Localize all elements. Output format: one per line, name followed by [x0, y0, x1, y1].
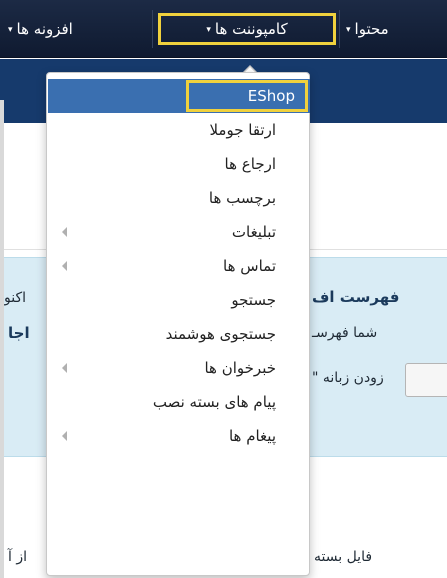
menu-components[interactable]: ▾ کامپوننت ها — [158, 13, 336, 45]
add-tab-button[interactable] — [405, 363, 447, 397]
dropdown-item-label: خبرخوان ها — [204, 359, 276, 377]
submenu-arrow-icon — [62, 431, 67, 441]
menu-addons-label: افزونه ها — [16, 20, 73, 38]
panel-title: فهرست اف — [312, 288, 400, 306]
dropdown-item[interactable]: برچسب ها — [48, 181, 310, 215]
file-label: فایل بسته — [314, 549, 373, 565]
chevron-down-icon: ▾ — [206, 25, 211, 35]
chevron-down-icon: ▾ — [346, 25, 351, 35]
dropdown-item-label: ارجاع ها — [224, 155, 276, 173]
panel-subtext-left: اجا — [8, 324, 30, 342]
dropdown-item-label: برچسب ها — [208, 189, 276, 207]
top-navbar: ▾ افزونه ها ▾ کامپوننت ها ▾ محتوا — [0, 0, 447, 58]
nav-divider — [339, 10, 340, 48]
dropdown-item[interactable]: پیام های بسته نصب — [48, 385, 310, 419]
dropdown-item[interactable]: تماس ها — [48, 249, 310, 283]
dropdown-item-label: ارتقا جوملا — [209, 121, 276, 139]
dropdown-item-label: تبلیغات — [231, 223, 276, 241]
nav-divider — [152, 10, 153, 48]
dropdown-item[interactable]: ارتقا جوملا — [48, 113, 310, 147]
menu-content-label: محتوا — [354, 20, 389, 38]
dropdown-item-label: EShop — [186, 80, 308, 112]
menu-content[interactable]: ▾ محتوا — [344, 14, 447, 44]
panel-title-left: اکنو — [4, 290, 27, 306]
dropdown-item[interactable]: تبلیغات — [48, 215, 310, 249]
left-border — [0, 100, 4, 578]
dropdown-item[interactable]: جستجو — [48, 283, 310, 317]
dropdown-item-label: جستجوی هوشمند — [165, 325, 276, 343]
dropdown-item-label: پیام های بسته نصب — [152, 393, 276, 411]
chevron-down-icon: ▾ — [8, 25, 13, 35]
menu-addons[interactable]: ▾ افزونه ها — [4, 14, 150, 44]
dropdown-item[interactable]: EShop — [48, 79, 310, 113]
panel-subtext: شما فهرسـ — [312, 325, 378, 341]
submenu-arrow-icon — [62, 363, 67, 373]
submenu-arrow-icon — [62, 261, 67, 271]
menu-components-label: کامپوننت ها — [214, 20, 288, 38]
dropdown-item-label: پیغام ها — [228, 427, 276, 445]
dropdown-item[interactable]: پیغام ها — [48, 419, 310, 453]
add-tab-label: زودن زبانه " — [312, 370, 384, 386]
dropdown-item[interactable]: ارجاع ها — [48, 147, 310, 181]
dropdown-item-label: جستجو — [231, 291, 276, 309]
components-dropdown: EShop ارتقا جوملا ارجاع ها برچسب ها تبلیغات ت… — [46, 72, 310, 576]
dropdown-item[interactable]: خبرخوان ها — [48, 351, 310, 385]
left-text: از آ — [8, 549, 27, 565]
dropdown-item[interactable]: جستجوی هوشمند — [48, 317, 310, 351]
dropdown-item-label: تماس ها — [223, 257, 276, 275]
submenu-arrow-icon — [62, 227, 67, 237]
